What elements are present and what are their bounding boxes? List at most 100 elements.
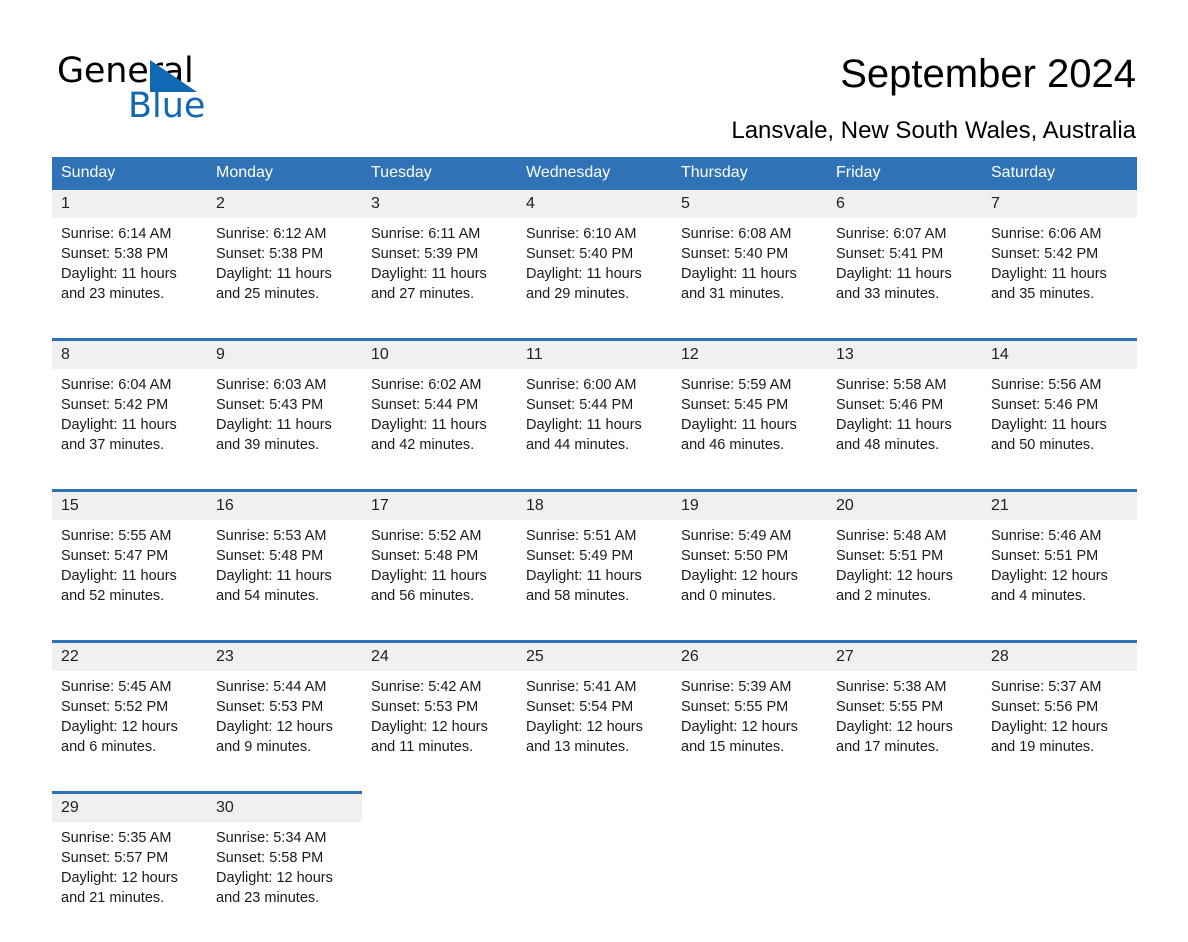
daylight-text-line1: Daylight: 11 hours <box>526 568 642 584</box>
sunrise-text: Sunrise: 5:55 AM <box>61 528 172 544</box>
day-cell: Sunrise: 6:14 AM Sunset: 5:38 PM Dayligh… <box>52 218 207 340</box>
day-number: 25 <box>517 640 672 671</box>
sunset-text: Sunset: 5:50 PM <box>681 548 789 564</box>
weekday-header-tuesday: Tuesday <box>362 157 517 190</box>
day-cell: Sunrise: 6:08 AM Sunset: 5:40 PM Dayligh… <box>672 218 827 340</box>
day-cell: Sunrise: 6:04 AM Sunset: 5:42 PM Dayligh… <box>52 369 207 491</box>
daylight-text-line2: and 54 minutes. <box>216 588 320 604</box>
general-blue-logo: General Blue <box>57 52 257 125</box>
week-detail-row: Sunrise: 6:04 AM Sunset: 5:42 PM Dayligh… <box>52 369 1137 491</box>
daylight-text-line2: and 27 minutes. <box>371 286 475 302</box>
sunrise-text: Sunrise: 5:58 AM <box>836 377 947 393</box>
sunrise-text: Sunrise: 5:34 AM <box>216 830 327 846</box>
sunset-text: Sunset: 5:42 PM <box>991 246 1099 262</box>
daylight-text-line1: Daylight: 12 hours <box>991 568 1108 584</box>
sunset-text: Sunset: 5:41 PM <box>836 246 944 262</box>
daylight-text-line2: and 31 minutes. <box>681 286 785 302</box>
day-number: 8 <box>52 338 207 369</box>
sunrise-text: Sunrise: 5:59 AM <box>681 377 792 393</box>
sunset-text: Sunset: 5:55 PM <box>681 699 789 715</box>
week-daynum-row: 29 30 <box>52 791 1137 822</box>
week-daynum-row: 1 2 3 4 5 6 7 <box>52 190 1137 218</box>
sunset-text: Sunset: 5:55 PM <box>836 699 944 715</box>
daylight-text-line1: Daylight: 11 hours <box>61 568 177 584</box>
day-cell: Sunrise: 5:58 AM Sunset: 5:46 PM Dayligh… <box>827 369 982 491</box>
day-number: 2 <box>207 190 362 218</box>
daylight-text-line2: and 17 minutes. <box>836 739 940 755</box>
day-number: 21 <box>982 489 1137 520</box>
day-cell: Sunrise: 6:07 AM Sunset: 5:41 PM Dayligh… <box>827 218 982 340</box>
sunset-text: Sunset: 5:39 PM <box>371 246 479 262</box>
calendar-page: General Blue September 2024 Lansvale, Ne… <box>0 0 1188 942</box>
sunset-text: Sunset: 5:45 PM <box>681 397 789 413</box>
calendar-body: 1 2 3 4 5 6 7 Sunrise: 6:14 AM Sunset: 5… <box>52 190 1137 942</box>
day-cell: Sunrise: 5:56 AM Sunset: 5:46 PM Dayligh… <box>982 369 1137 491</box>
daylight-text-line1: Daylight: 12 hours <box>681 719 798 735</box>
day-cell: Sunrise: 5:55 AM Sunset: 5:47 PM Dayligh… <box>52 520 207 642</box>
day-cell: Sunrise: 5:46 AM Sunset: 5:51 PM Dayligh… <box>982 520 1137 642</box>
sunset-text: Sunset: 5:46 PM <box>991 397 1099 413</box>
sunrise-text: Sunrise: 5:46 AM <box>991 528 1102 544</box>
week-detail-row: Sunrise: 5:55 AM Sunset: 5:47 PM Dayligh… <box>52 520 1137 642</box>
daylight-text-line1: Daylight: 12 hours <box>526 719 643 735</box>
day-number: 20 <box>827 489 982 520</box>
daylight-text-line2: and 58 minutes. <box>526 588 630 604</box>
sunset-text: Sunset: 5:53 PM <box>371 699 479 715</box>
week-detail-row: Sunrise: 6:14 AM Sunset: 5:38 PM Dayligh… <box>52 218 1137 340</box>
day-cell: Sunrise: 6:12 AM Sunset: 5:38 PM Dayligh… <box>207 218 362 340</box>
sunrise-text: Sunrise: 5:42 AM <box>371 679 482 695</box>
day-cell: Sunrise: 5:35 AM Sunset: 5:57 PM Dayligh… <box>52 822 207 942</box>
sunset-text: Sunset: 5:54 PM <box>526 699 634 715</box>
daylight-text-line2: and 4 minutes. <box>991 588 1087 604</box>
daylight-text-line1: Daylight: 12 hours <box>371 719 488 735</box>
calendar-table: Sunday Monday Tuesday Wednesday Thursday… <box>52 157 1137 942</box>
daylight-text-line2: and 33 minutes. <box>836 286 940 302</box>
daylight-text-line1: Daylight: 12 hours <box>991 719 1108 735</box>
day-number-empty <box>827 791 982 822</box>
sunset-text: Sunset: 5:42 PM <box>61 397 169 413</box>
daylight-text-line2: and 6 minutes. <box>61 739 157 755</box>
day-number: 16 <box>207 489 362 520</box>
daylight-text-line1: Daylight: 12 hours <box>61 719 178 735</box>
daylight-text-line2: and 23 minutes. <box>61 286 165 302</box>
daylight-text-line2: and 52 minutes. <box>61 588 165 604</box>
day-number: 10 <box>362 338 517 369</box>
day-number: 4 <box>517 190 672 218</box>
day-number: 22 <box>52 640 207 671</box>
day-number-empty <box>672 791 827 822</box>
daylight-text-line2: and 25 minutes. <box>216 286 320 302</box>
sunset-text: Sunset: 5:56 PM <box>991 699 1099 715</box>
daylight-text-line1: Daylight: 11 hours <box>61 417 177 433</box>
sunrise-text: Sunrise: 6:12 AM <box>216 226 327 242</box>
daylight-text-line1: Daylight: 11 hours <box>991 266 1107 282</box>
day-cell: Sunrise: 5:49 AM Sunset: 5:50 PM Dayligh… <box>672 520 827 642</box>
weekday-header-wednesday: Wednesday <box>517 157 672 190</box>
sunrise-text: Sunrise: 5:52 AM <box>371 528 482 544</box>
daylight-text-line1: Daylight: 11 hours <box>216 568 332 584</box>
week-detail-row: Sunrise: 5:45 AM Sunset: 5:52 PM Dayligh… <box>52 671 1137 793</box>
daylight-text-line1: Daylight: 12 hours <box>216 870 333 886</box>
sunrise-text: Sunrise: 5:44 AM <box>216 679 327 695</box>
sunrise-text: Sunrise: 6:08 AM <box>681 226 792 242</box>
sunrise-text: Sunrise: 6:07 AM <box>836 226 947 242</box>
sunrise-text: Sunrise: 5:37 AM <box>991 679 1102 695</box>
page-title: September 2024 <box>840 52 1136 96</box>
daylight-text-line2: and 39 minutes. <box>216 437 320 453</box>
sunrise-text: Sunrise: 6:10 AM <box>526 226 637 242</box>
daylight-text-line1: Daylight: 11 hours <box>216 266 332 282</box>
sunset-text: Sunset: 5:44 PM <box>526 397 634 413</box>
sunrise-text: Sunrise: 5:39 AM <box>681 679 792 695</box>
weekday-header-sunday: Sunday <box>52 157 207 190</box>
sunset-text: Sunset: 5:51 PM <box>836 548 944 564</box>
day-cell: Sunrise: 5:34 AM Sunset: 5:58 PM Dayligh… <box>207 822 362 942</box>
daylight-text-line1: Daylight: 11 hours <box>991 417 1107 433</box>
day-number: 13 <box>827 338 982 369</box>
day-cell: Sunrise: 6:10 AM Sunset: 5:40 PM Dayligh… <box>517 218 672 340</box>
sunrise-text: Sunrise: 6:02 AM <box>371 377 482 393</box>
weekday-header-friday: Friday <box>827 157 982 190</box>
daylight-text-line2: and 56 minutes. <box>371 588 475 604</box>
daylight-text-line1: Daylight: 11 hours <box>61 266 177 282</box>
daylight-text-line2: and 19 minutes. <box>991 739 1095 755</box>
weekday-header-saturday: Saturday <box>982 157 1137 190</box>
day-number: 26 <box>672 640 827 671</box>
